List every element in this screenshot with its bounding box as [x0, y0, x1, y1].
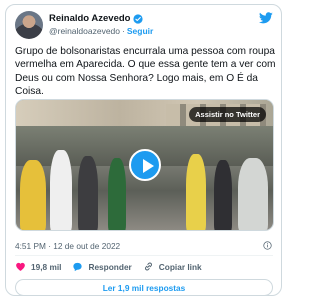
- tweet-card: Reinaldo Azevedo @reinaldoazevedo · Seguir…: [5, 4, 282, 296]
- like-count: 19,8 mil: [31, 261, 62, 272]
- tweet-video[interactable]: Assistir no Twitter: [15, 99, 274, 231]
- tweet-text: Grupo de bolsonaristas encurrala uma pes…: [15, 46, 276, 97]
- video-frame-person: [50, 150, 72, 230]
- author-name[interactable]: Reinaldo Azevedo: [49, 13, 130, 24]
- author-name-row: Reinaldo Azevedo: [49, 13, 144, 24]
- reply-icon: [73, 262, 83, 272]
- link-icon: [144, 262, 152, 271]
- video-frame-person: [108, 158, 126, 230]
- tweet-actions: 19,8 mil Responder Copiar link: [15, 261, 202, 272]
- copy-link-label: Copiar link: [158, 261, 202, 272]
- reply-label: Responder: [88, 261, 132, 272]
- video-frame-person: [186, 154, 206, 230]
- play-button[interactable]: [128, 149, 161, 181]
- verified-badge-icon: [133, 13, 144, 24]
- info-icon[interactable]: [263, 241, 272, 250]
- avatar[interactable]: [15, 11, 43, 39]
- video-frame-person: [20, 160, 46, 230]
- divider: [15, 255, 273, 256]
- video-frame-person: [78, 156, 98, 230]
- video-frame-person: [238, 158, 268, 230]
- author-handle-row: @reinaldoazevedo · Seguir: [49, 26, 153, 36]
- follow-button[interactable]: Seguir: [127, 26, 153, 36]
- read-replies-button[interactable]: Ler 1,9 mil respostas: [15, 279, 273, 296]
- copy-link-button[interactable]: Copiar link: [143, 261, 202, 272]
- tweet-timestamp[interactable]: 4:51 PM · 12 de out de 2022: [15, 241, 120, 251]
- reply-button[interactable]: Responder: [72, 261, 132, 272]
- tweet-header: Reinaldo Azevedo @reinaldoazevedo · Seguir: [15, 11, 273, 41]
- video-frame-person: [214, 160, 232, 230]
- like-button[interactable]: 19,8 mil: [15, 261, 61, 272]
- author-handle[interactable]: @reinaldoazevedo: [49, 26, 120, 36]
- twitter-bird-icon[interactable]: [259, 12, 273, 24]
- timestamp-row: 4:51 PM · 12 de out de 2022: [15, 241, 272, 251]
- handle-separator: ·: [122, 26, 125, 36]
- heart-icon: [16, 262, 25, 271]
- watch-on-twitter-button[interactable]: Assistir no Twitter: [189, 107, 266, 122]
